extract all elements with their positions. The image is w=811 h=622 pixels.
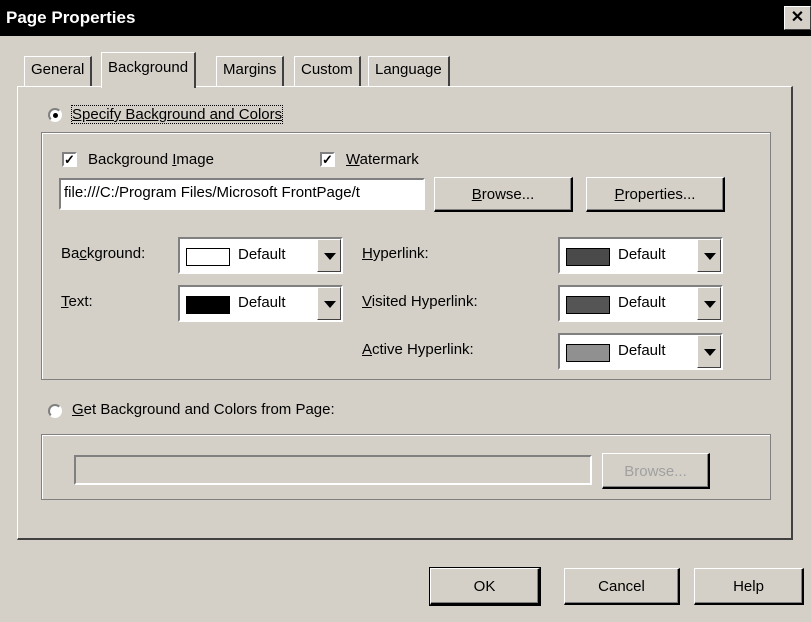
label-part: V — [362, 293, 372, 310]
label-part: kground: — [86, 245, 146, 262]
close-button[interactable]: ✕ — [784, 6, 811, 30]
label-part: H — [362, 245, 373, 262]
label-part: W — [346, 151, 360, 168]
browse-button[interactable]: Browse... — [434, 177, 573, 212]
check-icon: ✓ — [64, 152, 75, 167]
text-color-dropdown[interactable]: Default — [178, 285, 343, 322]
background-color-label: Background: — [61, 245, 145, 262]
label-part: A — [362, 341, 373, 358]
tab-margins-label: Margins — [223, 61, 277, 78]
watermark-label[interactable]: Watermark — [346, 151, 419, 168]
help-label: Help — [733, 578, 764, 595]
background-color-value: Default — [238, 246, 286, 263]
label-part: c — [79, 245, 87, 262]
background-image-label[interactable]: Background Image — [88, 151, 214, 168]
visited-hyperlink-color-value: Default — [618, 294, 666, 311]
label-part: mage — [176, 151, 214, 168]
label-part: rowse... — [481, 186, 535, 203]
hyperlink-color-label: Hyperlink: — [362, 245, 429, 262]
label-part: yperlink: — [372, 245, 429, 262]
check-icon: ✓ — [322, 152, 333, 167]
tab-background-label: Background — [108, 59, 189, 76]
ok-label: OK — [473, 578, 496, 595]
label-part: Background — [88, 151, 173, 168]
tab-margins[interactable]: Margins — [216, 56, 285, 86]
active-hyperlink-color-value: Default — [618, 342, 666, 359]
chevron-down-icon[interactable] — [697, 287, 721, 320]
tab-general[interactable]: General — [24, 56, 93, 86]
label-part: ctive Hyperlink: — [372, 341, 474, 358]
ok-button[interactable]: OK — [429, 567, 541, 606]
text-color-label: Text: — [61, 293, 93, 310]
chevron-down-icon[interactable] — [317, 239, 341, 272]
active-hyperlink-color-swatch — [566, 344, 610, 362]
label-part: roperties... — [624, 186, 696, 203]
visited-hyperlink-color-label: Visited Hyperlink: — [362, 293, 478, 310]
get-from-page-radio[interactable] — [48, 404, 62, 418]
background-color-dropdown[interactable]: Default — [178, 237, 343, 274]
close-icon: ✕ — [790, 9, 805, 26]
properties-button[interactable]: Properties... — [586, 177, 725, 212]
label-part: T — [61, 293, 69, 310]
tab-custom[interactable]: Custom — [294, 56, 361, 86]
label-part: ext: — [68, 293, 93, 310]
watermark-checkbox[interactable]: ✓ — [320, 152, 335, 167]
visited-hyperlink-color-dropdown[interactable]: Default — [558, 285, 723, 322]
tab-language-label: Language — [375, 61, 442, 78]
label-part: isited Hyperlink: — [371, 293, 478, 310]
tab-custom-label: Custom — [301, 61, 353, 78]
cancel-label: Cancel — [598, 578, 645, 595]
tab-language[interactable]: Language — [368, 56, 450, 86]
background-image-checkbox[interactable]: ✓ — [62, 152, 77, 167]
label-part: P — [614, 186, 625, 203]
visited-hyperlink-color-swatch — [566, 296, 610, 314]
label-part: et Background and Colors from Page: — [83, 401, 335, 418]
hyperlink-color-dropdown[interactable]: Default — [558, 237, 723, 274]
tab-background[interactable]: Background — [101, 52, 197, 88]
page-path-input[interactable] — [74, 455, 592, 485]
help-button[interactable]: Help — [694, 568, 804, 605]
tab-general-label: General — [31, 61, 85, 78]
page-browse-button[interactable]: Browse... — [602, 453, 710, 489]
specify-background-radio[interactable] — [48, 108, 62, 122]
specify-background-text: Specify Background and Colors — [72, 106, 283, 123]
cancel-button[interactable]: Cancel — [564, 568, 680, 605]
background-color-swatch — [186, 248, 230, 266]
label-part: G — [72, 401, 84, 418]
hyperlink-color-value: Default — [618, 246, 666, 263]
text-color-swatch — [186, 296, 230, 314]
radio-selected-dot — [53, 113, 58, 118]
specify-background-label[interactable]: Specify Background and Colors — [70, 105, 284, 124]
get-from-page-label[interactable]: Get Background and Colors from Page: — [72, 401, 335, 418]
active-hyperlink-color-label: Active Hyperlink: — [362, 341, 474, 358]
chevron-down-icon[interactable] — [697, 335, 721, 368]
image-path-value: file:///C:/Program Files/Microsoft Front… — [64, 184, 360, 201]
page-browse-label: Browse... — [624, 463, 687, 480]
chevron-down-icon[interactable] — [697, 239, 721, 272]
hyperlink-color-swatch — [566, 248, 610, 266]
label-part: Ba — [61, 245, 80, 262]
window-title: Page Properties — [6, 8, 136, 27]
background-image-path-input[interactable]: file:///C:/Program Files/Microsoft Front… — [59, 178, 425, 210]
chevron-down-icon[interactable] — [317, 287, 341, 320]
active-hyperlink-color-dropdown[interactable]: Default — [558, 333, 723, 370]
label-part: B — [471, 186, 482, 203]
label-part: atermark — [359, 151, 419, 168]
text-color-value: Default — [238, 294, 286, 311]
